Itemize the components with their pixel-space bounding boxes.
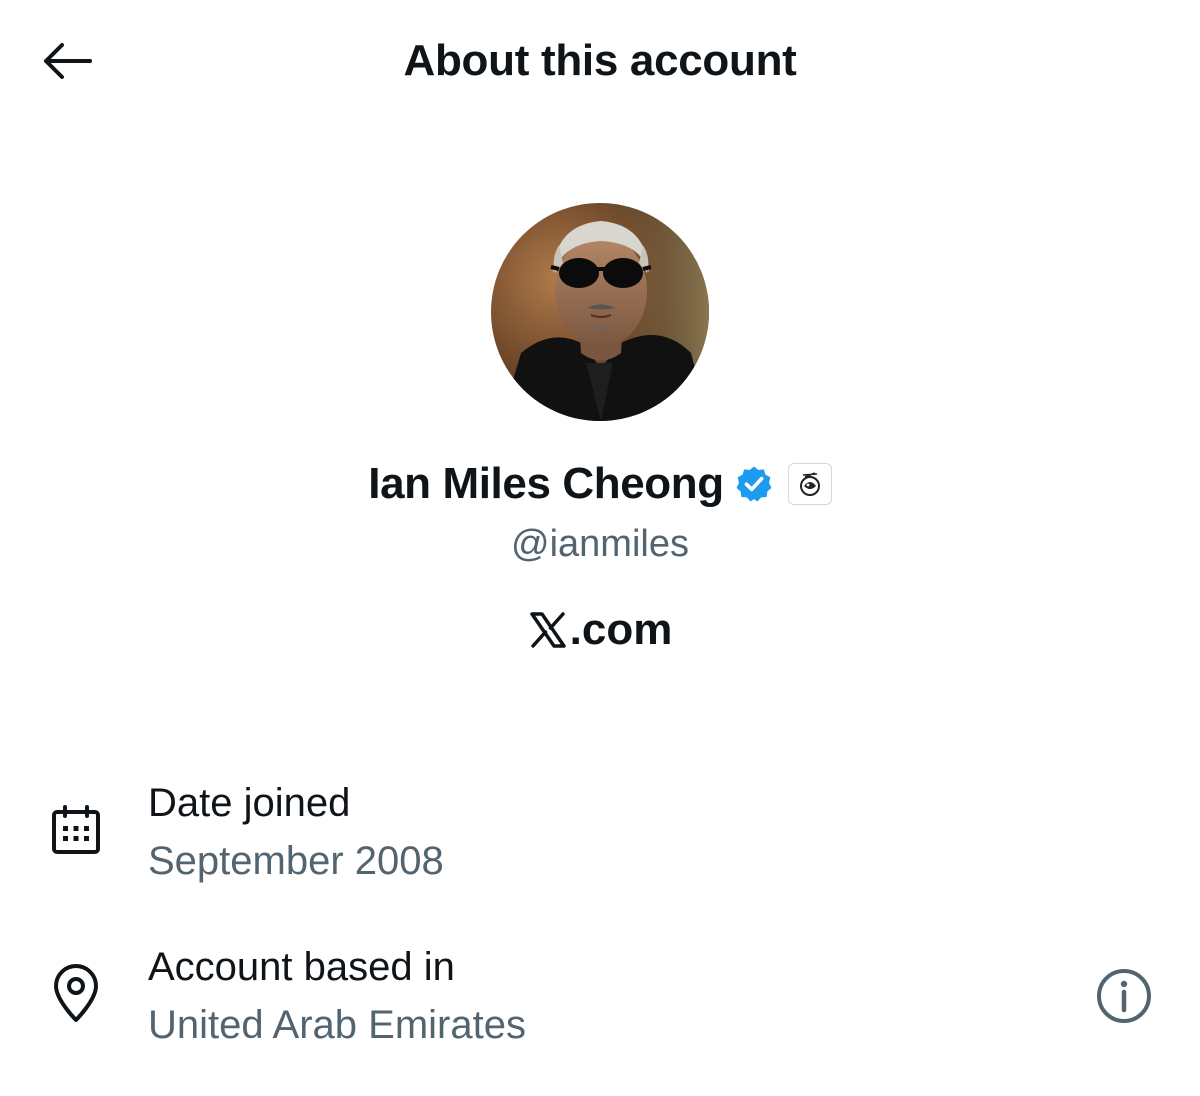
location-pin-icon: [54, 964, 98, 1022]
row-icon-wrapper: [48, 802, 104, 858]
page-title: About this account: [403, 36, 797, 85]
name-row: Ian Miles Cheong: [0, 452, 1200, 516]
handle: @ianmiles: [511, 523, 689, 565]
verified-badge-icon[interactable]: [734, 464, 774, 504]
affiliation-link[interactable]: .com: [0, 600, 1200, 660]
profile-photo: [491, 203, 709, 421]
account-based-in-row: Account based in United Arab Emirates: [0, 938, 1200, 1058]
based-in-value: United Arab Emirates: [148, 1003, 526, 1047]
avatar[interactable]: [491, 203, 709, 421]
based-in-label: Account based in: [148, 945, 455, 989]
date-joined-label: Date joined: [148, 781, 351, 825]
header: About this account: [0, 0, 1200, 124]
row-icon-wrapper: [48, 964, 104, 1022]
date-joined-value: September 2008: [148, 839, 444, 883]
info-button[interactable]: [1092, 964, 1156, 1028]
info-icon: [1097, 969, 1151, 1023]
affiliate-badge-icon: [799, 472, 820, 496]
calendar-icon: [52, 805, 100, 854]
affiliate-badge[interactable]: [787, 463, 832, 505]
x-logo-icon: [529, 612, 566, 648]
date-joined-row: Date joined September 2008: [0, 772, 1200, 892]
display-name: Ian Miles Cheong: [368, 459, 724, 508]
affiliation-label: .com: [569, 605, 673, 654]
